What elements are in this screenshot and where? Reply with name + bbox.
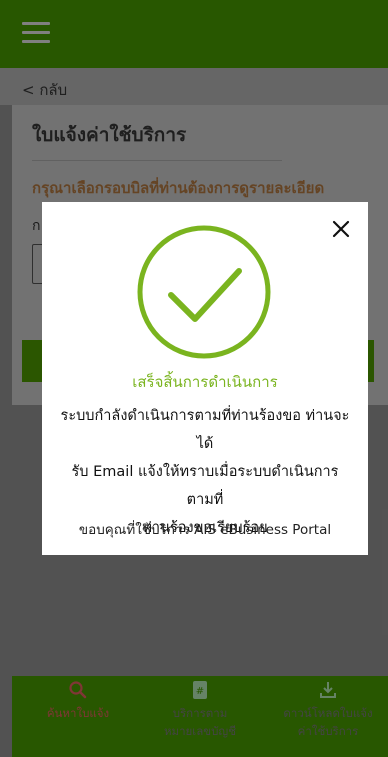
close-icon[interactable] <box>330 218 352 240</box>
success-check-icon <box>135 223 273 361</box>
app-page: < กลับ ใบแจ้งค่าใช้บริการ กรุณาเลือกรอบบ… <box>0 0 388 757</box>
modal-message-line: รับ Email แจ้งให้ทราบเมื่อระบบดำเนินการต… <box>71 464 339 508</box>
modal-footer-text: ขอบคุณที่ใช้บริการ AIS eBusiness Portal <box>78 522 332 538</box>
modal-message-line: ระบบกำลังดำเนินการตามที่ท่านร้องขอ ท่านจ… <box>60 408 350 452</box>
success-modal: เสร็จสิ้นการดำเนินการ ระบบกำลังดำเนินการ… <box>42 202 368 555</box>
modal-title: เสร็จสิ้นการดำเนินการ <box>132 373 278 391</box>
